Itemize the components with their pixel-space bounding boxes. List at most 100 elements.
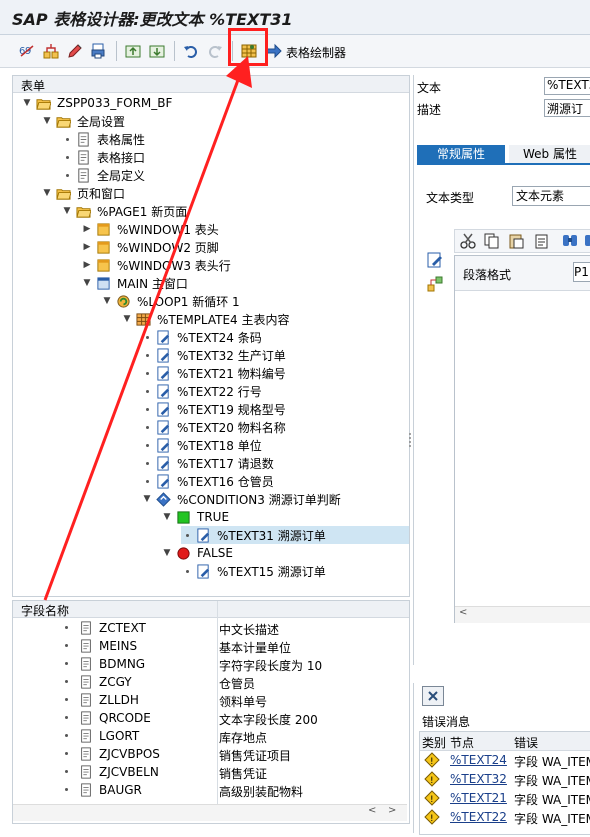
error-node-link[interactable]: %TEXT32 bbox=[450, 772, 507, 786]
tree-node[interactable]: %TEXT31 溯源订单 bbox=[181, 526, 409, 544]
field-row[interactable]: ZLLDH 领料单号 bbox=[13, 691, 407, 709]
form-painter-label[interactable]: 表格绘制器 bbox=[286, 44, 346, 61]
field-row[interactable]: ZCTEXT 中文长描述 bbox=[13, 619, 407, 637]
collapse-icon[interactable]: ▼ bbox=[41, 115, 53, 127]
tree-node[interactable]: ▼ 页和窗口 bbox=[41, 184, 125, 202]
edit-text-icon[interactable] bbox=[426, 251, 446, 271]
tree-node[interactable]: ▼ %TEMPLATE4 主表内容 bbox=[121, 310, 290, 328]
collapse-icon[interactable]: ▼ bbox=[41, 187, 53, 199]
expand-icon[interactable]: ▶ bbox=[81, 241, 93, 253]
collapse-icon[interactable]: ▼ bbox=[141, 493, 153, 505]
tree-node-label: %PAGE1 新页面 bbox=[97, 204, 188, 219]
field-dot bbox=[65, 680, 68, 683]
field-hscrollbar[interactable]: < > bbox=[13, 804, 407, 821]
error-row[interactable]: ! %TEXT21 字段 WA_ITEM bbox=[420, 789, 590, 807]
tree-node[interactable]: %TEXT15 溯源订单 bbox=[181, 562, 326, 580]
tree-node[interactable]: %TEXT24 条码 bbox=[141, 328, 262, 346]
copy-icon[interactable] bbox=[483, 232, 501, 250]
field-dot bbox=[65, 770, 68, 773]
cut-icon[interactable] bbox=[459, 232, 477, 250]
text-type-select[interactable]: 文本元素 bbox=[512, 186, 590, 206]
field-name: ZCGY bbox=[99, 675, 132, 689]
field-row[interactable]: ZJCVBELN 销售凭证 bbox=[13, 763, 407, 781]
field-row[interactable]: QRCODE 文本字段长度 200 bbox=[13, 709, 407, 727]
vertical-splitter-handle[interactable] bbox=[408, 430, 412, 450]
tree-node[interactable]: ▼ TRUE bbox=[161, 508, 230, 526]
field-name: ZCTEXT bbox=[99, 621, 146, 635]
tree-node[interactable]: %TEXT16 仓管员 bbox=[141, 472, 274, 490]
tree-node[interactable]: %TEXT20 物料名称 bbox=[141, 418, 286, 436]
tree-node[interactable]: 全局定义 bbox=[61, 166, 145, 184]
error-node-link[interactable]: %TEXT22 bbox=[450, 810, 507, 824]
tree-node-label: %LOOP1 新循环 1 bbox=[137, 294, 240, 309]
field-row[interactable]: BDMNG 字符字段长度为 10 bbox=[13, 655, 407, 673]
field-row[interactable]: ZJCVBPOS 销售凭证项目 bbox=[13, 745, 407, 763]
field-row[interactable]: BAUGR 高级别装配物料 bbox=[13, 781, 407, 799]
editor-scroll-left-icon[interactable]: < bbox=[459, 607, 467, 618]
collapse-icon[interactable]: ▼ bbox=[61, 205, 73, 217]
tree-node[interactable]: ▼ %CONDITION3 溯源订单判断 bbox=[141, 490, 341, 508]
tree-node[interactable]: ▶ %WINDOW1 表头 bbox=[81, 220, 219, 238]
tree-node[interactable]: %TEXT18 单位 bbox=[141, 436, 262, 454]
collapse-icon[interactable]: ▼ bbox=[81, 277, 93, 289]
error-row[interactable]: ! %TEXT24 字段 WA_ITEM bbox=[420, 751, 590, 769]
collapse-icon[interactable]: ▼ bbox=[121, 313, 133, 325]
expand-icon[interactable]: ▶ bbox=[81, 223, 93, 235]
technical-names-icon[interactable]: 69 bbox=[16, 40, 38, 62]
undo-icon[interactable] bbox=[180, 40, 202, 62]
editor-toolbar bbox=[454, 229, 590, 253]
tree-node[interactable]: 表格属性 bbox=[61, 130, 145, 148]
paragraph-format-select[interactable]: P1 bbox=[573, 262, 590, 282]
scroll-left-icon[interactable]: < bbox=[368, 805, 376, 816]
tree-node[interactable]: %TEXT21 物料编号 bbox=[141, 364, 286, 382]
tab-general[interactable]: 常规属性 bbox=[417, 145, 505, 163]
tree-node[interactable]: ▼ 全局设置 bbox=[41, 112, 125, 130]
tree-node[interactable]: %TEXT22 行号 bbox=[141, 382, 262, 400]
print-preview-icon[interactable] bbox=[88, 40, 110, 62]
tree-node[interactable]: ▶ %WINDOW2 页脚 bbox=[81, 238, 219, 256]
scroll-right-icon[interactable]: > bbox=[388, 805, 396, 816]
field-row[interactable]: LGORT 库存地点 bbox=[13, 727, 407, 745]
paste-special-icon[interactable] bbox=[533, 232, 551, 250]
text-name-field[interactable]: %TEXT3 bbox=[544, 77, 590, 95]
error-row[interactable]: ! %TEXT32 字段 WA_ITEM bbox=[420, 770, 590, 788]
expand-icon[interactable]: ▶ bbox=[81, 259, 93, 271]
hierarchy-icon[interactable] bbox=[40, 40, 62, 62]
close-icon[interactable] bbox=[422, 686, 444, 706]
paste-icon[interactable] bbox=[507, 232, 525, 250]
tree-node[interactable]: ▼ %PAGE1 新页面 bbox=[61, 202, 188, 220]
upload-icon[interactable] bbox=[122, 40, 144, 62]
error-row[interactable]: ! %TEXT22 字段 WA_ITEM bbox=[420, 808, 590, 826]
field-list-pane: 字段名称 ZCTEXT 中文长描述 MEINS 基本计量单位 BDMNG 字符字段长度为 … bbox=[12, 600, 410, 824]
collapse-icon[interactable]: ▼ bbox=[161, 547, 173, 559]
error-node-link[interactable]: %TEXT21 bbox=[450, 791, 507, 805]
tree-node[interactable]: ▼ MAIN 主窗口 bbox=[81, 274, 188, 292]
find-icon[interactable] bbox=[561, 232, 579, 250]
field-name: ZJCVBELN bbox=[99, 765, 159, 779]
edit-pen-icon[interactable] bbox=[64, 40, 86, 62]
tree-node[interactable]: ▶ %WINDOW3 表头行 bbox=[81, 256, 231, 274]
field-row[interactable]: MEINS 基本计量单位 bbox=[13, 637, 407, 655]
text-node-icon bbox=[156, 419, 171, 435]
tab-web[interactable]: Web 属性 bbox=[509, 145, 590, 163]
tree-node[interactable]: ▼ ZSPP033_FORM_BF bbox=[21, 94, 173, 112]
collapse-icon[interactable]: ▼ bbox=[101, 295, 113, 307]
text-editor-area[interactable]: 段落格式 P1 < bbox=[454, 255, 590, 623]
tree-node[interactable]: ▼ FALSE bbox=[161, 544, 233, 562]
collapse-icon[interactable]: ▼ bbox=[161, 511, 173, 523]
description-field[interactable]: 溯源订 bbox=[544, 99, 590, 117]
find-next-icon[interactable] bbox=[583, 232, 590, 250]
tree-node[interactable]: %TEXT19 规格型号 bbox=[141, 400, 286, 418]
structure-icon[interactable] bbox=[426, 275, 446, 295]
error-node-link[interactable]: %TEXT24 bbox=[450, 753, 507, 767]
field-row[interactable]: ZCGY 仓管员 bbox=[13, 673, 407, 691]
editor-hscrollbar[interactable]: < bbox=[455, 606, 590, 623]
download-icon[interactable] bbox=[146, 40, 168, 62]
collapse-icon[interactable]: ▼ bbox=[21, 97, 33, 109]
splitter-handle[interactable] bbox=[198, 594, 218, 604]
tree-node[interactable]: %TEXT32 生产订单 bbox=[141, 346, 286, 364]
window-title: SAP 表格设计器:更改文本 %TEXT31 bbox=[12, 10, 293, 29]
tree-node[interactable]: %TEXT17 请退数 bbox=[141, 454, 274, 472]
tree-node[interactable]: ▼ %LOOP1 新循环 1 bbox=[101, 292, 240, 310]
tree-node[interactable]: 表格接口 bbox=[61, 148, 145, 166]
